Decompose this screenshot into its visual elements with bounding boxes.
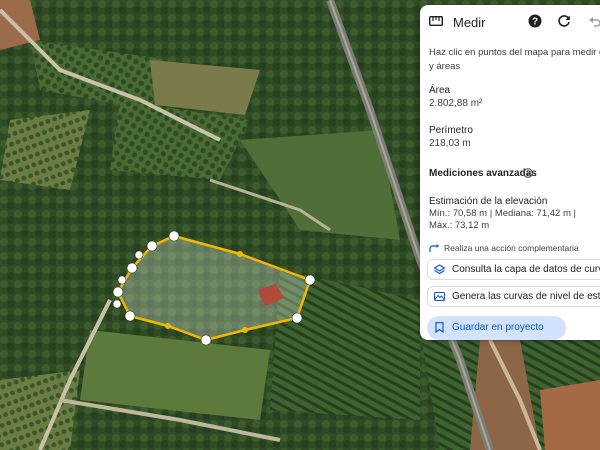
save-to-project-button[interactable]: Guardar en proyecto bbox=[427, 316, 566, 340]
panel-title: Medir bbox=[453, 15, 486, 30]
undo-icon[interactable] bbox=[588, 14, 600, 28]
vertex-handle[interactable] bbox=[168, 230, 180, 242]
vertex-handle[interactable] bbox=[112, 299, 122, 309]
elevation-label: Estimación de la elevación bbox=[429, 196, 548, 207]
curves-layer-chip[interactable]: Consulta la capa de datos de curvas bbox=[427, 259, 600, 280]
chip-label: Genera las curvas de nivel de este te bbox=[452, 291, 600, 302]
vertex-handle[interactable] bbox=[200, 334, 212, 346]
help-icon[interactable]: ? bbox=[528, 14, 542, 28]
reset-icon[interactable] bbox=[557, 14, 571, 28]
vertex-handle[interactable] bbox=[291, 312, 303, 324]
vertex-midpoint[interactable] bbox=[237, 251, 243, 257]
action-hint: Realiza una acción complementaria bbox=[429, 243, 579, 253]
vertex-midpoint[interactable] bbox=[165, 323, 171, 329]
action-hint-text: Realiza una acción complementaria bbox=[444, 243, 579, 253]
panel-header: Medir ? bbox=[420, 5, 600, 39]
vertex-handle[interactable] bbox=[304, 274, 316, 286]
layers-icon bbox=[434, 264, 445, 275]
terrain-icon bbox=[434, 292, 445, 301]
vertex-handle[interactable] bbox=[112, 286, 124, 298]
vertex-handle[interactable] bbox=[134, 250, 144, 260]
vertex-handle[interactable] bbox=[124, 310, 136, 322]
vertex-midpoint[interactable] bbox=[242, 327, 248, 333]
vertex-handle[interactable] bbox=[146, 240, 158, 252]
advanced-measurements-title: Mediciones avanzadas bbox=[429, 168, 537, 179]
measure-panel: Medir ? Haz clic en puntos del mapa para… bbox=[420, 5, 600, 340]
generate-contours-chip[interactable]: Genera las curvas de nivel de este te bbox=[427, 286, 600, 307]
save-to-project-label: Guardar en proyecto bbox=[452, 322, 544, 333]
bare-soil bbox=[540, 380, 600, 450]
vertex-handle[interactable] bbox=[117, 275, 127, 285]
bookmark-icon bbox=[435, 322, 444, 333]
perimeter-value: 218,03 m bbox=[429, 138, 471, 149]
ruler-icon bbox=[429, 16, 443, 26]
area-value: 2.802,88 m² bbox=[429, 98, 483, 109]
measure-hint: Haz clic en puntos del mapa para medir d… bbox=[429, 47, 600, 72]
svg-text:?: ? bbox=[532, 17, 538, 28]
vertex-handle[interactable] bbox=[126, 262, 138, 274]
chip-label: Consulta la capa de datos de curvas bbox=[452, 264, 600, 275]
elevation-value: Mín.: 70,58 m | Mediana: 71,42 m | Máx.:… bbox=[429, 208, 576, 231]
perimeter-label: Perímetro bbox=[429, 125, 473, 136]
info-icon[interactable] bbox=[523, 168, 533, 178]
area-label: Área bbox=[429, 85, 451, 96]
